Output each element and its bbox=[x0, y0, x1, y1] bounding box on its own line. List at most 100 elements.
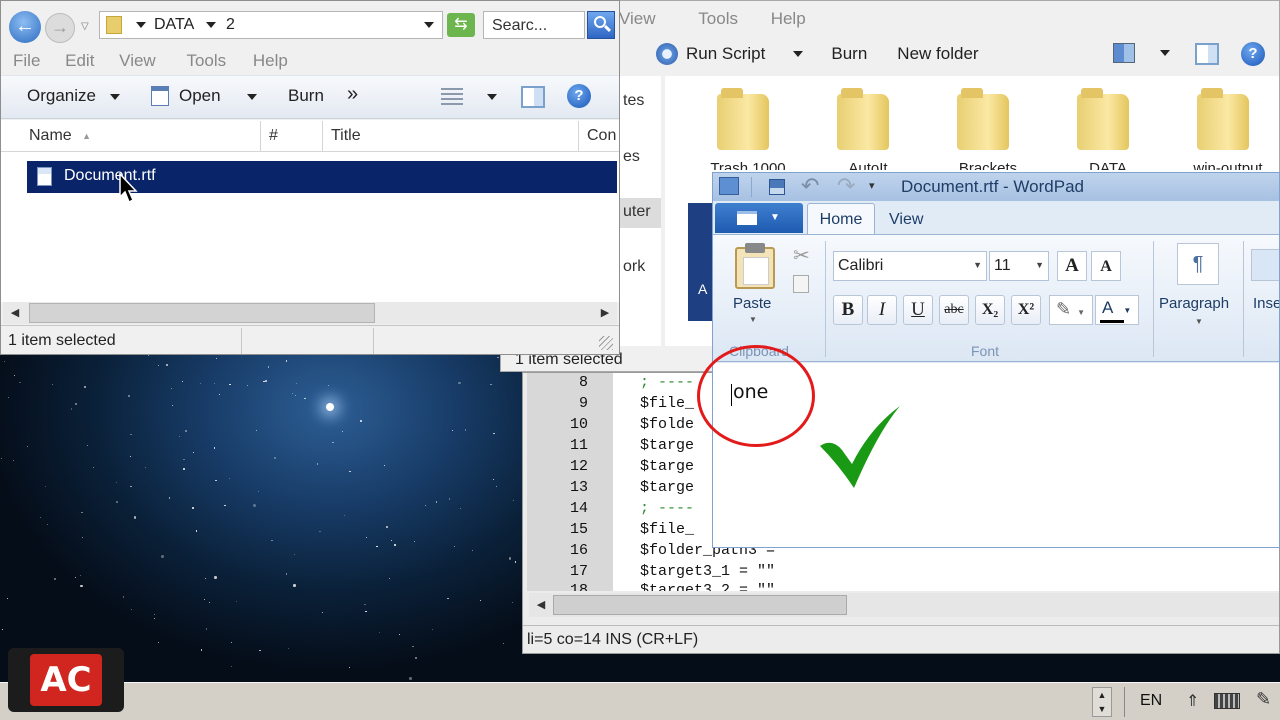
tab-home[interactable]: Home bbox=[807, 203, 875, 235]
search-input[interactable]: Searc... bbox=[483, 11, 585, 39]
nav-item-1[interactable]: tes bbox=[623, 92, 644, 110]
save-icon[interactable] bbox=[769, 179, 785, 195]
burn-button[interactable]: Burn bbox=[288, 86, 324, 106]
folder-label[interactable]: win-output bbox=[1180, 160, 1276, 170]
font-size-dropdown-icon[interactable]: ▼ bbox=[1035, 260, 1044, 270]
column-header-name[interactable]: Name ▲ bbox=[5, 121, 261, 151]
scroll-thumb[interactable] bbox=[553, 595, 847, 615]
nav-item-network[interactable]: ork bbox=[623, 258, 645, 276]
code-line[interactable]: $folde bbox=[640, 416, 694, 433]
text-color-dropdown-icon[interactable]: ▼ bbox=[1123, 306, 1131, 315]
paste-button[interactable]: Paste bbox=[733, 295, 771, 312]
menu-tools[interactable]: Tools bbox=[186, 51, 226, 71]
column-header-number[interactable]: # bbox=[261, 121, 323, 151]
file-row[interactable]: Document.rtf bbox=[27, 161, 617, 193]
folder-icon[interactable] bbox=[957, 88, 1009, 150]
strikethrough-button[interactable]: abc bbox=[939, 295, 969, 325]
folder-label[interactable]: Trash 1000 bbox=[700, 160, 796, 170]
forward-nav-button[interactable]: → bbox=[45, 13, 75, 43]
run-script-button[interactable]: Run Script bbox=[686, 44, 765, 64]
history-dropdown-icon[interactable]: ▽ bbox=[81, 21, 89, 32]
text-color-icon[interactable]: A ▼ bbox=[1095, 295, 1139, 325]
code-line[interactable]: $target3_1 = "" bbox=[640, 563, 775, 580]
shrink-font-icon[interactable]: A bbox=[1091, 251, 1121, 281]
code-line[interactable]: $file_ bbox=[640, 521, 694, 538]
view-dropdown-icon[interactable] bbox=[1160, 50, 1170, 56]
menu-edit[interactable]: Edit bbox=[65, 51, 94, 71]
show-hidden-icons-icon[interactable]: ⇑ bbox=[1186, 691, 1199, 711]
view-icon[interactable] bbox=[1113, 43, 1135, 63]
column-header-title[interactable]: Title bbox=[323, 121, 579, 151]
folder-icon[interactable] bbox=[837, 88, 889, 150]
menu-tools[interactable]: Tools bbox=[698, 9, 738, 29]
code-line[interactable]: $targe bbox=[640, 458, 694, 475]
scroll-left-icon[interactable]: ◀ bbox=[531, 595, 551, 615]
code-line[interactable]: $target3_2 = "" bbox=[640, 582, 775, 591]
application-menu-button[interactable]: ▼ bbox=[715, 203, 803, 233]
open-dropdown-icon[interactable] bbox=[247, 94, 257, 100]
superscript-button[interactable]: X² bbox=[1011, 295, 1041, 325]
folder-label[interactable]: DATA bbox=[1060, 160, 1156, 170]
code-line[interactable]: ; ---- bbox=[640, 500, 694, 517]
preview-pane-icon[interactable] bbox=[1195, 43, 1219, 65]
highlight-dropdown-icon[interactable]: ▼ bbox=[1077, 308, 1085, 317]
folder-icon[interactable] bbox=[1077, 88, 1129, 150]
paragraph-button[interactable]: Paragraph bbox=[1159, 295, 1229, 312]
scroll-thumb[interactable] bbox=[29, 303, 375, 323]
highlight-color-icon[interactable]: ✎ ▼ bbox=[1049, 295, 1093, 325]
breadcrumb-chevron-icon[interactable] bbox=[206, 22, 216, 28]
code-line[interactable]: ; ---- bbox=[640, 374, 694, 391]
more-commands-icon[interactable]: » bbox=[347, 83, 358, 106]
taskbar-scroll-control[interactable]: ▲ ▼ bbox=[1092, 687, 1112, 717]
front-horizontal-scrollbar[interactable]: ◀ ▶ bbox=[3, 302, 617, 324]
customize-quick-access-icon[interactable]: ▾ bbox=[869, 179, 875, 192]
folder-label[interactable]: AutoIt bbox=[820, 160, 916, 170]
horizontal-scrollbar[interactable]: ◀ bbox=[529, 593, 1279, 617]
address-chevron-icon[interactable] bbox=[136, 22, 146, 28]
insert-picture-icon[interactable] bbox=[1251, 249, 1279, 281]
back-burn-button[interactable]: Burn bbox=[831, 44, 867, 64]
resize-grip-icon[interactable] bbox=[599, 336, 613, 350]
menu-help[interactable]: Help bbox=[253, 51, 288, 71]
folder-icon[interactable] bbox=[1197, 88, 1249, 150]
column-header-contributors[interactable]: Con bbox=[579, 121, 619, 151]
paragraph-dropdown-icon[interactable]: ▼ bbox=[1195, 317, 1203, 326]
code-line[interactable]: $targe bbox=[640, 479, 694, 496]
organize-dropdown-icon[interactable] bbox=[110, 94, 120, 100]
cut-icon[interactable]: ✂ bbox=[793, 243, 810, 268]
code-line[interactable]: $file_ bbox=[640, 395, 694, 412]
font-family-dropdown-icon[interactable]: ▼ bbox=[973, 260, 982, 270]
view-dropdown-icon[interactable] bbox=[487, 94, 497, 100]
run-script-dropdown-icon[interactable] bbox=[793, 51, 804, 57]
scroll-left-icon[interactable]: ◀ bbox=[5, 303, 25, 323]
pen-tool-icon[interactable]: ✎ bbox=[1256, 689, 1271, 710]
address-bar[interactable]: DATA 2 bbox=[99, 11, 443, 39]
back-nav-button[interactable]: ← bbox=[9, 11, 41, 43]
folder-icon[interactable] bbox=[717, 88, 769, 150]
nav-item-computer[interactable]: uter bbox=[613, 198, 661, 228]
paragraph-icon[interactable]: ¶ bbox=[1177, 243, 1219, 285]
menu-file[interactable]: File bbox=[13, 51, 40, 71]
tab-view[interactable]: View bbox=[889, 211, 923, 229]
address-dropdown-icon[interactable] bbox=[424, 22, 434, 28]
keyboard-icon[interactable] bbox=[1214, 693, 1240, 709]
menu-help[interactable]: Help bbox=[771, 9, 806, 29]
undo-icon[interactable]: ↶ bbox=[801, 173, 819, 199]
grow-font-icon[interactable]: A bbox=[1057, 251, 1087, 281]
open-button[interactable]: Open bbox=[179, 86, 221, 106]
menu-view[interactable]: View bbox=[119, 51, 156, 71]
paste-dropdown-icon[interactable]: ▼ bbox=[749, 315, 757, 324]
menu-view[interactable]: View bbox=[619, 9, 656, 29]
underline-button[interactable]: U bbox=[903, 295, 933, 325]
subscript-button[interactable]: X₂ bbox=[975, 295, 1005, 325]
font-family-select[interactable]: Calibri ▼ bbox=[833, 251, 987, 281]
folder-label[interactable]: Brackets bbox=[940, 160, 1036, 170]
redo-icon[interactable]: ↷ bbox=[837, 173, 855, 199]
front-help-icon[interactable]: ? bbox=[567, 84, 591, 108]
back-help-icon[interactable]: ? bbox=[1241, 42, 1265, 66]
preview-pane-icon[interactable] bbox=[521, 86, 545, 108]
copy-icon[interactable] bbox=[793, 275, 809, 293]
search-button[interactable] bbox=[587, 11, 615, 39]
bold-button[interactable]: B bbox=[833, 295, 863, 325]
paste-icon[interactable] bbox=[735, 243, 775, 289]
